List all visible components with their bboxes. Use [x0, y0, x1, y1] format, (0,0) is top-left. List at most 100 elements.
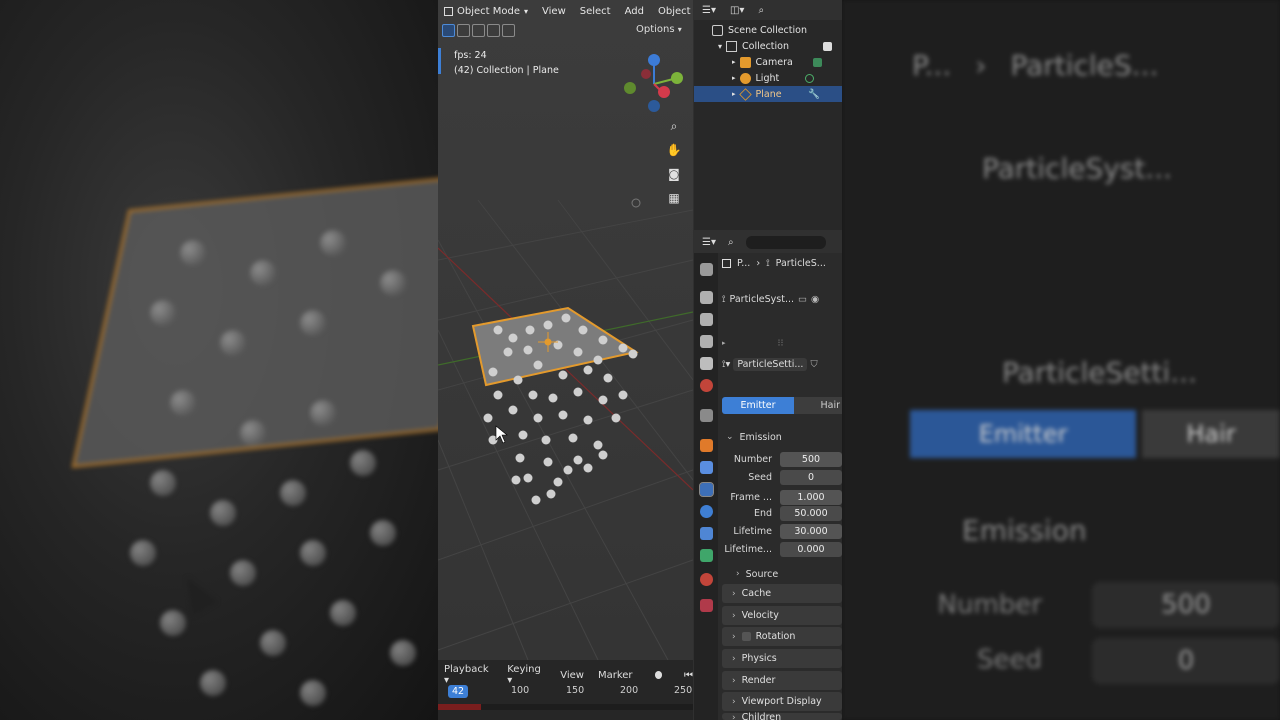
material-tab-icon[interactable]	[700, 573, 713, 586]
menu-view[interactable]: View	[542, 6, 566, 17]
select-new-icon[interactable]	[442, 24, 455, 37]
viewport-display-panel[interactable]: › Viewport Display	[722, 692, 842, 711]
children-panel[interactable]: › Children	[722, 712, 842, 720]
expand-arrow-icon[interactable]: ▸	[732, 74, 736, 82]
frame-end-field[interactable]: 50.000	[780, 506, 842, 521]
chevron-down-icon: ▾	[677, 25, 682, 34]
velocity-panel[interactable]: › Velocity	[722, 606, 842, 625]
frame-start-field[interactable]: 1.000	[780, 490, 842, 505]
mode-label: Object Mode	[457, 5, 520, 17]
outliner-label: Plane	[755, 88, 782, 100]
scene-collection-icon	[712, 24, 723, 36]
outliner-item-collection[interactable]: ▾ Collection	[694, 38, 842, 54]
jump-start-icon[interactable]: ⏮	[684, 670, 693, 681]
tool-tab-icon[interactable]	[700, 263, 713, 276]
number-field[interactable]: 500	[780, 452, 842, 467]
show-viewport-icon[interactable]: ▭	[798, 294, 807, 305]
menu-add[interactable]: Add	[625, 6, 644, 17]
editor-type-icon[interactable]: ☰▾	[702, 237, 716, 248]
search-icon[interactable]: ⌕	[758, 5, 764, 16]
rotation-checkbox[interactable]	[741, 632, 751, 641]
search-field[interactable]	[745, 235, 826, 249]
chevron-right-icon: ›	[732, 653, 736, 664]
current-frame-indicator[interactable]: 42	[448, 685, 468, 698]
particle-system-slot[interactable]: ⟟ ParticleSyst... ▭ ◉	[722, 291, 842, 307]
menu-keying[interactable]: Keying ▾	[507, 664, 546, 686]
select-subtract-icon[interactable]	[472, 24, 485, 37]
menu-object[interactable]: Object	[658, 6, 691, 17]
3d-viewport[interactable]: Object Mode ▾ View Select Add Object Opt…	[438, 0, 693, 660]
expand-arrow-icon[interactable]: ▾	[718, 42, 722, 51]
constraints-tab-icon[interactable]	[700, 527, 713, 540]
perspective-grid-icon[interactable]: ▦	[664, 188, 684, 208]
modifier-tab-icon[interactable]	[700, 461, 713, 474]
outliner-item-plane[interactable]: ▸ Plane 🔧	[694, 86, 842, 102]
camera-view-icon[interactable]: ◙	[664, 164, 684, 184]
render-panel[interactable]: › Render	[722, 671, 842, 690]
menu-playback[interactable]: Playback ▾	[444, 664, 493, 686]
tick-200: 200	[620, 685, 639, 696]
emitter-type-button[interactable]: Emitter	[722, 397, 794, 414]
hair-type-button[interactable]: Hair	[794, 397, 842, 414]
collection-tab-icon[interactable]	[700, 409, 713, 422]
timeline-played-range	[438, 704, 481, 710]
search-icon[interactable]: ⌕	[728, 237, 734, 248]
fake-user-shield-icon[interactable]: ⛉	[810, 359, 817, 370]
lifetime-random-field[interactable]: 0.000	[780, 542, 842, 557]
expand-arrow-icon[interactable]: ▸	[732, 90, 736, 98]
scene-tab-icon[interactable]	[700, 357, 713, 370]
navigation-gizmo[interactable]	[622, 52, 686, 116]
object-tab-icon[interactable]	[700, 439, 713, 452]
output-tab-icon[interactable]	[700, 313, 713, 326]
physics-tab-icon[interactable]	[700, 505, 713, 518]
mesh-icon	[738, 87, 752, 101]
view-layer-tab-icon[interactable]	[700, 335, 713, 348]
seed-field[interactable]: 0	[780, 470, 842, 485]
exclude-checkbox[interactable]	[823, 41, 832, 51]
properties-tab-bar	[694, 253, 718, 720]
source-subpanel[interactable]: › Source	[722, 566, 842, 582]
lifetime-field[interactable]: 30.000	[780, 524, 842, 539]
display-mode-icon[interactable]: ◫▾	[730, 5, 744, 16]
number-label: Number	[733, 454, 772, 465]
physics-panel[interactable]: › Physics	[722, 649, 842, 668]
list-expand-icon[interactable]: ▸	[722, 339, 726, 347]
timeline-ruler[interactable]: 100 150 200 250	[438, 684, 693, 700]
texture-tab-icon[interactable]	[700, 599, 713, 612]
select-invert-icon[interactable]	[487, 24, 500, 37]
show-render-icon[interactable]: ◉	[811, 294, 819, 305]
pan-hand-icon[interactable]: ✋	[664, 140, 684, 160]
options-dropdown[interactable]: Options ▾	[636, 24, 682, 35]
select-extend-icon[interactable]	[457, 24, 470, 37]
breadcrumb-particles: ParticleS...	[775, 258, 826, 269]
chevron-right-icon: ›	[732, 631, 736, 642]
particles-tab-icon[interactable]	[699, 482, 714, 497]
outliner-item-light[interactable]: ▸ Light	[694, 70, 842, 86]
chevron-right-icon: ›	[732, 696, 736, 707]
render-tab-icon[interactable]	[700, 291, 713, 304]
rotation-panel[interactable]: › Rotation	[722, 627, 842, 646]
chevron-right-icon: ›	[732, 588, 736, 599]
resize-grip-icon[interactable]: ⁝⁝	[778, 338, 784, 348]
menu-select[interactable]: Select	[580, 6, 611, 17]
particle-settings-datablock[interactable]: ⟟▾ ParticleSetti... ⛉	[722, 356, 842, 373]
menu-marker[interactable]: Marker	[598, 670, 633, 681]
cache-panel[interactable]: › Cache	[722, 584, 842, 603]
zoom-icon[interactable]: ⌕	[664, 116, 684, 136]
editor-type-icon[interactable]: ☰▾	[702, 5, 716, 16]
camera-data-icon	[813, 57, 822, 67]
mode-dropdown[interactable]: Object Mode ▾	[444, 6, 528, 17]
data-tab-icon[interactable]	[700, 549, 713, 562]
lifetime-random-label: Lifetime...	[724, 544, 772, 555]
viewport-info: fps: 24 (42) Collection | Plane	[454, 48, 559, 78]
menu-timeline-view[interactable]: View	[560, 670, 584, 681]
world-tab-icon[interactable]	[700, 379, 713, 392]
outliner-item-scene-collection[interactable]: Scene Collection	[694, 22, 842, 38]
emission-panel-header[interactable]: ⌄ Emission	[722, 429, 842, 445]
outliner-item-camera[interactable]: ▸ Camera	[694, 54, 842, 70]
x-axis-line	[438, 247, 693, 491]
select-intersect-icon[interactable]	[502, 24, 515, 37]
expand-arrow-icon[interactable]: ▸	[732, 58, 736, 66]
zoomed-properties-background: P... › ParticleS... ParticleSyst... Part…	[842, 0, 1280, 720]
record-icon[interactable]	[654, 671, 662, 679]
